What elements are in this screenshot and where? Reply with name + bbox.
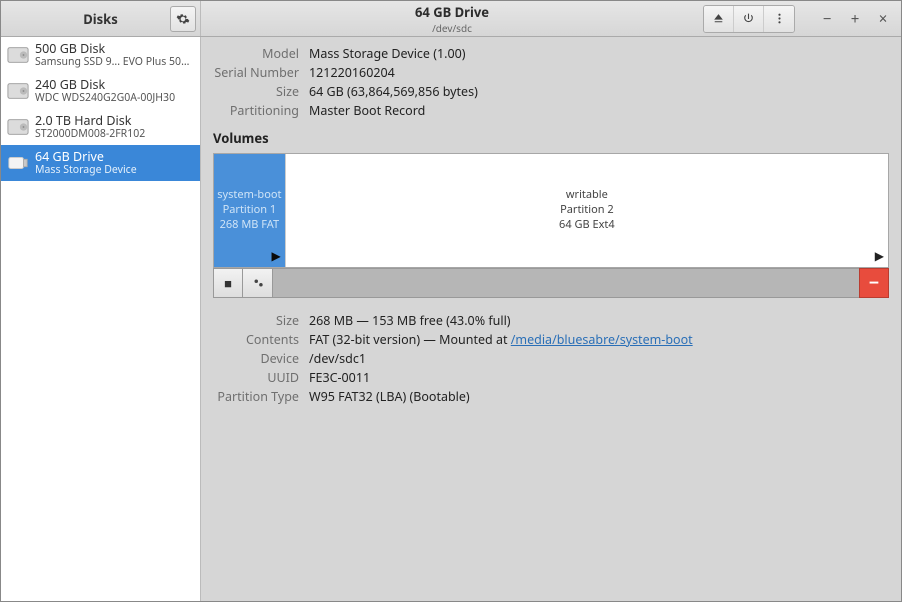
content: Model Mass Storage Device (1.00) Serial … [201,37,901,601]
mount-path-link[interactable]: /media/bluesabre/system-boot [511,331,693,348]
drive-text: 240 GB Disk WDC WDS240G2G0A-00JH30 [35,78,175,104]
gears-icon [251,276,265,290]
drive-title: 64 GB Drive [35,150,137,164]
drive-sub: Samsung SSD 9... EVO Plus 500GB [35,56,194,68]
eject-button[interactable] [704,6,734,32]
drive-title: 240 GB Disk [35,78,175,92]
app-title: Disks [83,10,118,28]
titlebar-left: Disks [1,1,201,36]
partition-fs: 64 GB Ext4 [559,218,615,233]
volume-toolbar: ■ − [213,268,889,298]
label-contents: Contents [213,331,299,348]
close-icon: × [879,9,888,29]
delete-partition-button[interactable]: − [859,268,889,298]
partition-name: system-boot [217,188,281,203]
power-icon [742,12,755,25]
current-drive-path: /dev/sdc [432,21,472,35]
partition[interactable]: writable Partition 2 64 GB Ext4 ▶ [285,154,888,267]
drive-title: 2.0 TB Hard Disk [35,114,145,128]
label-ptype: Partition Type [213,388,299,405]
drive-sub: Mass Storage Device [35,164,137,176]
sidebar-item-drive[interactable]: 240 GB Disk WDC WDS240G2G0A-00JH30 [1,73,200,109]
value-uuid: FE3C-0011 [309,369,889,386]
drive-actions-group [703,5,795,33]
gear-icon [176,12,190,26]
drive-text: 2.0 TB Hard Disk ST2000DM008-2FR102 [35,114,145,140]
hdd-icon [7,44,29,66]
kebab-icon [773,12,786,25]
value-contents: FAT (32-bit version) — Mounted at /media… [309,331,889,348]
titlebar: Disks 64 GB Drive /dev/sdc − + × [1,1,901,37]
main: 500 GB Disk Samsung SSD 9... EVO Plus 50… [1,37,901,601]
drive-info: Model Mass Storage Device (1.00) Serial … [213,45,889,119]
minus-icon: − [823,9,832,29]
value-ptype: W95 FAT32 (LBA) (Bootable) [309,388,889,405]
value-device: /dev/sdc1 [309,350,889,367]
partition-number: Partition 2 [560,203,614,218]
partition-details: Size 268 MB — 153 MB free (43.0% full) C… [213,312,889,405]
label-device: Device [213,350,299,367]
volume-map: system-boot Partition 1 268 MB FAT ▶ wri… [213,153,889,268]
power-button[interactable] [734,6,764,32]
label-psize: Size [213,312,299,329]
sidebar-item-drive[interactable]: 500 GB Disk Samsung SSD 9... EVO Plus 50… [1,37,200,73]
drive-sub: WDC WDS240G2G0A-00JH30 [35,92,175,104]
drive-text: 500 GB Disk Samsung SSD 9... EVO Plus 50… [35,42,194,68]
value-size: 64 GB (63,864,569,856 bytes) [309,83,889,100]
eject-icon [712,12,725,25]
volumes-heading: Volumes [213,129,889,147]
unmount-button[interactable]: ■ [213,268,243,298]
titlebar-center: 64 GB Drive /dev/sdc [201,1,703,36]
sidebar-item-drive[interactable]: 2.0 TB Hard Disk ST2000DM008-2FR102 [1,109,200,145]
hdd-icon [7,80,29,102]
label-partitioning: Partitioning [213,102,299,119]
label-size: Size [213,83,299,100]
value-partitioning: Master Boot Record [309,102,889,119]
plus-icon: + [851,9,860,29]
value-serial: 121220160204 [309,64,889,81]
hdd-icon [7,116,29,138]
titlebar-right: − + × [703,1,901,36]
mounted-icon: ▶ [272,248,281,264]
window-minimize-button[interactable]: − [815,7,839,31]
window-maximize-button[interactable]: + [843,7,867,31]
value-model: Mass Storage Device (1.00) [309,45,889,62]
partition-name: writable [566,188,608,203]
drive-more-button[interactable] [764,6,794,32]
window-close-button[interactable]: × [871,7,895,31]
label-model: Model [213,45,299,62]
drive-title: 500 GB Disk [35,42,194,56]
partition-settings-button[interactable] [243,268,273,298]
stop-icon: ■ [224,274,232,292]
label-serial: Serial Number [213,64,299,81]
sidebar-item-drive[interactable]: 64 GB Drive Mass Storage Device [1,145,200,181]
app-menu-button[interactable] [170,6,196,32]
partition-fs: 268 MB FAT [220,218,280,233]
mounted-icon: ▶ [875,248,884,264]
sidebar: 500 GB Disk Samsung SSD 9... EVO Plus 50… [1,37,201,601]
label-uuid: UUID [213,369,299,386]
current-drive-title: 64 GB Drive [415,3,489,21]
usb-icon [7,152,29,174]
drive-sub: ST2000DM008-2FR102 [35,128,145,140]
partition-number: Partition 1 [223,203,277,218]
contents-prefix: FAT (32-bit version) — Mounted at [309,331,511,348]
partition[interactable]: system-boot Partition 1 268 MB FAT ▶ [214,154,285,267]
value-psize: 268 MB — 153 MB free (43.0% full) [309,312,889,329]
drive-text: 64 GB Drive Mass Storage Device [35,150,137,176]
